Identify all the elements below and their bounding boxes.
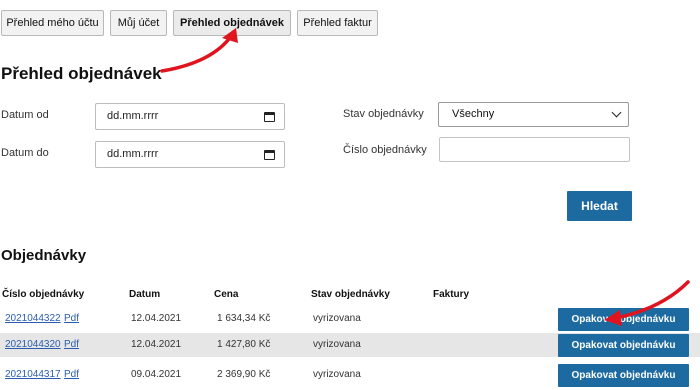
page-title: Přehled objednávek: [1, 64, 162, 83]
order-status: vyrizovana: [313, 339, 361, 350]
date-from-placeholder: dd.mm.rrrr: [107, 110, 159, 122]
order-status: vyrizovana: [313, 313, 361, 324]
order-number-link[interactable]: 2021044320: [5, 339, 61, 350]
column-price: Cena: [214, 289, 239, 300]
order-status-label: Stav objednávky: [343, 108, 424, 120]
date-to-input[interactable]: dd.mm.rrrr: [95, 141, 285, 168]
table-row: 2021044322 Pdf 12.04.2021 1 634,34 Kč vy…: [0, 307, 700, 331]
date-from-input[interactable]: dd.mm.rrrr: [95, 103, 285, 130]
order-number-link[interactable]: 2021044322: [5, 313, 61, 324]
date-to-placeholder: dd.mm.rrrr: [107, 148, 159, 160]
tab-my-account[interactable]: Můj účet: [110, 10, 167, 36]
order-date: 09.04.2021: [131, 369, 182, 380]
pdf-link[interactable]: Pdf: [64, 313, 79, 324]
search-button[interactable]: Hledat: [567, 191, 632, 221]
column-order-status: Stav objednávky: [311, 289, 390, 300]
calendar-icon[interactable]: [264, 150, 275, 160]
date-from-label: Datum od: [1, 109, 49, 121]
order-status: vyrizovana: [313, 369, 361, 380]
repeat-order-button[interactable]: Opakovat objednávku: [558, 334, 689, 357]
order-number-label: Číslo objednávky: [343, 144, 427, 156]
order-status-select[interactable]: Všechny: [438, 102, 629, 127]
pdf-link[interactable]: Pdf: [64, 369, 79, 380]
orders-section-title: Objednávky: [1, 247, 87, 264]
column-invoices: Faktury: [433, 289, 470, 300]
date-to-label: Datum do: [1, 147, 49, 159]
order-number-link[interactable]: 2021044317: [5, 369, 61, 380]
tab-orders-overview[interactable]: Přehled objednávek: [173, 10, 291, 36]
order-price: 2 369,90 Kč: [217, 369, 271, 380]
table-row: 2021044317 Pdf 09.04.2021 2 369,90 Kč vy…: [0, 363, 700, 387]
order-number-input[interactable]: [439, 137, 630, 162]
order-status-value: Všechny: [452, 108, 495, 120]
tab-invoices-overview[interactable]: Přehled faktur: [297, 10, 378, 36]
repeat-order-button[interactable]: Opakovat objednávku: [558, 308, 689, 331]
order-date: 12.04.2021: [131, 313, 182, 324]
column-order-number: Číslo objednávky: [2, 289, 85, 300]
table-row: 2021044320 Pdf 12.04.2021 1 427,80 Kč vy…: [0, 333, 700, 357]
order-price: 1 427,80 Kč: [217, 339, 271, 350]
repeat-order-button[interactable]: Opakovat objednávku: [558, 364, 689, 387]
chevron-down-icon: [611, 107, 622, 118]
tab-account-overview[interactable]: Přehled mého účtu: [1, 10, 104, 36]
order-date: 12.04.2021: [131, 339, 182, 350]
pdf-link[interactable]: Pdf: [64, 339, 79, 350]
order-price: 1 634,34 Kč: [217, 313, 271, 324]
column-date: Datum: [129, 289, 161, 300]
calendar-icon[interactable]: [264, 112, 275, 122]
